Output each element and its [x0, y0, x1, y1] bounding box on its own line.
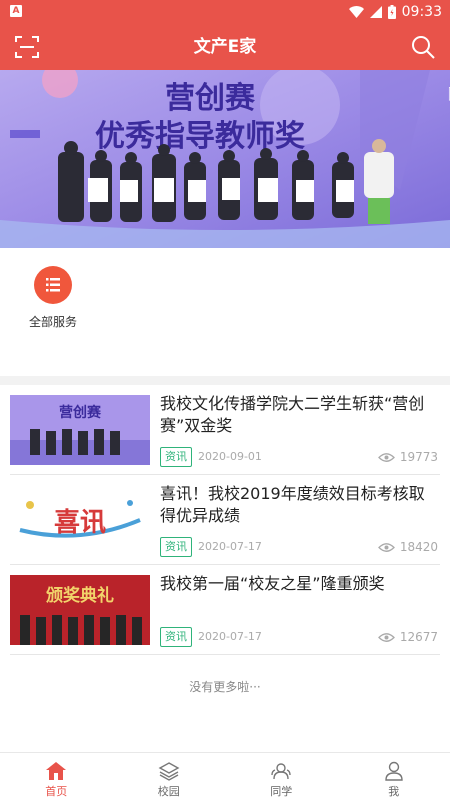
news-tag: 资讯: [160, 537, 192, 557]
news-tag: 资讯: [160, 447, 192, 467]
status-bar: A 09:33: [0, 0, 450, 24]
news-view-count: 12677: [400, 630, 438, 644]
layers-icon: [158, 761, 180, 781]
banner-right-glyph: 『: [437, 85, 450, 109]
all-services-label: 全部服务: [22, 313, 84, 330]
battery-icon: [388, 5, 396, 19]
news-item[interactable]: 喜讯 喜讯！我校2019年度绩效目标考核取得优异成绩 资讯 2020-07-17…: [0, 475, 450, 565]
eye-icon: [378, 452, 395, 463]
search-icon[interactable]: [410, 34, 436, 60]
nav-home-label: 首页: [45, 785, 67, 798]
eye-icon: [378, 632, 395, 643]
classmates-icon: [270, 761, 292, 781]
news-tag: 资讯: [160, 627, 192, 647]
wifi-icon: [349, 6, 364, 18]
news-views: 19773: [378, 447, 438, 467]
news-title: 我校第一届“校友之星”隆重颁奖: [160, 573, 440, 595]
news-separator: [10, 654, 440, 655]
news-date: 2020-09-01: [198, 447, 262, 467]
nav-campus-label: 校园: [158, 785, 180, 798]
nav-classmates-label: 同学: [270, 785, 292, 798]
nav-me[interactable]: 我: [338, 753, 450, 801]
no-more-label: 没有更多啦···: [0, 678, 450, 695]
news-title: 喜讯！我校2019年度绩效目标考核取得优异成绩: [160, 483, 440, 527]
home-icon: [45, 761, 67, 781]
news-view-count: 19773: [400, 450, 438, 464]
news-date: 2020-07-17: [198, 627, 262, 647]
news-list: 营创赛 我校文化传播学院大二学生斩获“营创赛”双金奖 资讯 2020-09-01…: [0, 385, 450, 655]
banner-image: 营创赛 优秀指导教师奖 『: [0, 70, 450, 248]
person-icon: [383, 761, 405, 781]
thumbnail-text: 颁奖典礼: [46, 585, 114, 606]
bottom-nav: 首页 校园 同学 我: [0, 752, 450, 801]
news-view-count: 18420: [400, 540, 438, 554]
banner-headline-1: 营创赛: [165, 81, 256, 116]
news-thumbnail: 颁奖典礼: [10, 575, 150, 645]
section-divider: [0, 376, 450, 385]
eye-icon: [378, 542, 395, 553]
services-section: 全部服务: [0, 248, 450, 376]
list-icon: [34, 266, 72, 304]
all-services-button[interactable]: 全部服务: [22, 266, 84, 330]
signal-icon: [370, 6, 382, 18]
news-item[interactable]: 颁奖典礼 我校第一届“校友之星”隆重颁奖 资讯 2020-07-17 12677: [0, 565, 450, 655]
app-title: 文产E家: [0, 24, 450, 70]
nav-me-label: 我: [388, 785, 399, 798]
nav-home[interactable]: 首页: [0, 753, 113, 801]
app-bar: 文产E家: [0, 24, 450, 70]
banner-headline-2: 优秀指导教师奖: [95, 119, 305, 154]
nav-campus[interactable]: 校园: [113, 753, 226, 801]
banner-carousel[interactable]: 营创赛 优秀指导教师奖 『: [0, 70, 450, 248]
news-views: 18420: [378, 537, 438, 557]
news-thumbnail: 营创赛: [10, 395, 150, 465]
news-item[interactable]: 营创赛 我校文化传播学院大二学生斩获“营创赛”双金奖 资讯 2020-09-01…: [0, 385, 450, 475]
news-thumbnail: 喜讯: [10, 485, 150, 555]
news-views: 12677: [378, 627, 438, 647]
news-date: 2020-07-17: [198, 537, 262, 557]
thumbnail-text: 喜讯: [54, 508, 106, 538]
app-notification-icon: A: [10, 5, 22, 17]
status-time: 09:33: [402, 4, 442, 20]
thumbnail-text: 营创赛: [59, 404, 102, 421]
news-title: 我校文化传播学院大二学生斩获“营创赛”双金奖: [160, 393, 440, 437]
nav-classmates[interactable]: 同学: [225, 753, 338, 801]
